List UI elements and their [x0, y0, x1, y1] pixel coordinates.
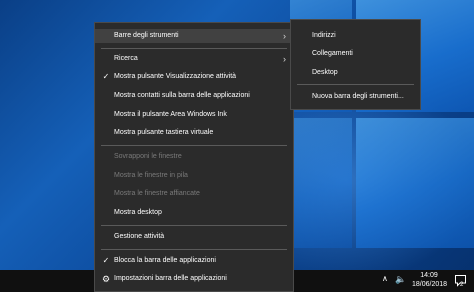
wallpaper-pane-bottom-right: [356, 118, 474, 248]
menu-item-taskbar-settings[interactable]: ⚙ Impostazioni barra delle applicazioni: [95, 272, 293, 286]
menu-item-side-by-side-windows: Mostra le finestre affiancate: [95, 187, 293, 201]
menu-item-label: Gestione attività: [114, 233, 165, 240]
menu-item-label: Mostra le finestre affiancate: [114, 190, 200, 197]
menu-separator: [101, 249, 287, 250]
check-icon: ✓: [102, 72, 110, 81]
submenu-item-address[interactable]: Indirizzi: [291, 29, 420, 43]
menu-separator: [101, 145, 287, 146]
menu-item-label: Barre degli strumenti: [114, 32, 179, 39]
chevron-right-icon: ›: [283, 31, 286, 41]
menu-item-label: Mostra desktop: [114, 209, 162, 216]
menu-item-show-windows-ink[interactable]: Mostra il pulsante Area Windows Ink: [95, 108, 293, 122]
chevron-up-icon[interactable]: ∧: [382, 274, 388, 296]
submenu-item-label: Nuova barra degli strumenti...: [312, 93, 404, 100]
submenu-item-links[interactable]: Collegamenti: [291, 47, 420, 61]
menu-item-cascade-windows: Sovrapponi le finestre: [95, 150, 293, 164]
menu-separator: [101, 48, 287, 49]
chevron-right-icon: ›: [283, 54, 286, 64]
speaker-icon[interactable]: 🔈: [395, 274, 406, 296]
notification-count: 2: [460, 282, 464, 288]
menu-item-toolbars[interactable]: Barre degli strumenti ›: [95, 29, 293, 43]
menu-separator: [101, 225, 287, 226]
taskbar-clock[interactable]: 14:09 18/06/2018: [412, 271, 448, 289]
submenu-item-label: Desktop: [312, 69, 338, 76]
menu-item-search[interactable]: Ricerca ›: [95, 52, 293, 66]
menu-item-label: Sovrapponi le finestre: [114, 153, 182, 160]
menu-item-show-touch-keyboard[interactable]: Mostra pulsante tastiera virtuale: [95, 126, 293, 140]
taskbar-context-menu: Barre degli strumenti › Ricerca › ✓ Most…: [94, 22, 294, 292]
submenu-item-desktop[interactable]: Desktop: [291, 66, 420, 80]
menu-item-label: Mostra le finestre in pila: [114, 172, 188, 179]
clock-time: 14:09: [420, 272, 438, 279]
menu-item-show-people[interactable]: Mostra contatti sulla barra delle applic…: [95, 89, 293, 103]
menu-item-label: Mostra contatti sulla barra delle applic…: [114, 92, 250, 99]
menu-item-label: Impostazioni barra delle applicazioni: [114, 275, 227, 282]
submenu-item-new-toolbar[interactable]: Nuova barra degli strumenti...: [291, 90, 420, 104]
toolbars-submenu: Indirizzi Collegamenti Desktop Nuova bar…: [290, 19, 421, 110]
menu-item-label: Blocca la barra delle applicazioni: [114, 257, 216, 264]
menu-item-show-task-view-button[interactable]: ✓ Mostra pulsante Visualizzazione attivi…: [95, 70, 293, 84]
submenu-item-label: Indirizzi: [312, 32, 336, 39]
menu-item-label: Mostra pulsante Visualizzazione attività: [114, 73, 237, 80]
menu-item-label: Mostra il pulsante Area Windows Ink: [114, 111, 227, 118]
menu-separator: [297, 84, 414, 85]
gear-icon: ⚙: [101, 274, 111, 284]
menu-item-task-manager[interactable]: Gestione attività: [95, 230, 293, 244]
wallpaper-pane-bottom-left: [290, 118, 352, 248]
menu-item-lock-taskbar[interactable]: ✓ Blocca la barra delle applicazioni: [95, 254, 293, 268]
menu-item-stack-windows: Mostra le finestre in pila: [95, 169, 293, 183]
menu-item-show-desktop[interactable]: Mostra desktop: [95, 206, 293, 220]
submenu-item-label: Collegamenti: [312, 50, 353, 57]
clock-date: 18/06/2018: [412, 281, 448, 288]
check-icon: ✓: [102, 256, 110, 265]
menu-item-label: Mostra pulsante tastiera virtuale: [114, 129, 214, 136]
menu-item-label: Ricerca: [114, 55, 138, 62]
